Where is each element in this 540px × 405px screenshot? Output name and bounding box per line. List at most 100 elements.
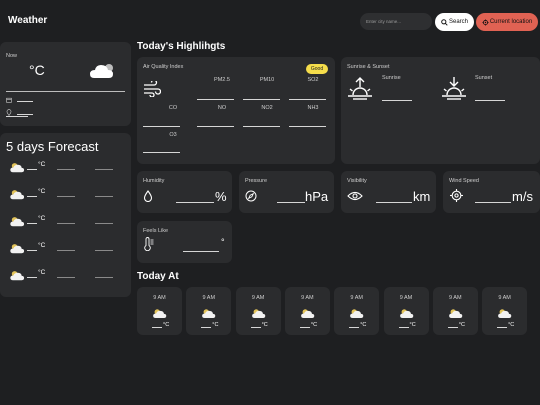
visibility-card: Visibility km xyxy=(341,171,436,213)
hourly-forecast-card: 9 AM °C xyxy=(482,287,528,335)
forecast-day-placeholder xyxy=(95,223,113,224)
aqi-metric-value-placeholder xyxy=(243,99,280,100)
forecast-temp-unit: °C xyxy=(38,215,46,222)
city-search-input[interactable] xyxy=(360,13,432,30)
hourly-forecast-card: 9 AM °C xyxy=(334,287,380,335)
wind-speed-card: Wind Speed m/s xyxy=(443,171,540,213)
forecast-date-placeholder xyxy=(57,196,75,197)
forecast-row: °C xyxy=(0,266,131,282)
hourly-time: 9 AM xyxy=(350,295,363,301)
forecast-row: °C xyxy=(0,158,131,174)
wind-speed-value-placeholder xyxy=(475,202,511,203)
wind-speed-unit: m/s xyxy=(512,189,533,204)
now-date-placeholder xyxy=(17,101,33,102)
partly-cloudy-icon xyxy=(498,309,512,318)
visibility-value-placeholder xyxy=(376,202,412,203)
now-label: Now xyxy=(6,53,18,59)
sunrise-label: Sunrise xyxy=(382,75,401,81)
partly-cloudy-icon xyxy=(350,309,364,318)
aqi-metric-label: NH3 xyxy=(307,105,319,111)
search-button[interactable]: Search xyxy=(435,13,474,31)
partly-cloudy-icon xyxy=(202,309,216,318)
sunset-icon xyxy=(442,77,466,100)
hourly-time: 9 AM xyxy=(449,295,462,301)
forecast-temp-unit: °C xyxy=(38,188,46,195)
sunset-label: Sunset xyxy=(475,75,493,81)
forecast-title: 5 days Forecast xyxy=(6,139,99,154)
crosshair-icon xyxy=(482,18,489,26)
humidity-card: Humidity % xyxy=(137,171,232,213)
hourly-time: 9 AM xyxy=(399,295,413,301)
pressure-unit: hPa xyxy=(305,189,329,204)
forecast-day-placeholder xyxy=(95,196,113,197)
crosshair-icon xyxy=(450,189,463,202)
hourly-forecast-card: 9 AM °C xyxy=(383,287,429,335)
feels-like-title: Feels Like xyxy=(143,228,169,234)
thermometer-icon xyxy=(144,237,154,251)
today-at-title: Today At xyxy=(137,271,179,282)
aqi-metric-label: PM10 xyxy=(259,77,275,83)
sun-title: Sunrise & Sunset xyxy=(347,64,390,70)
hourly-temp-unit: °C xyxy=(212,322,219,328)
partly-cloudy-icon xyxy=(10,217,25,227)
partly-cloudy-icon xyxy=(153,309,167,318)
search-button-label: Search xyxy=(448,19,468,25)
humidity-value-placeholder xyxy=(176,202,214,203)
hourly-temp-unit: °C xyxy=(163,322,170,328)
aqi-title: Air Quality Index xyxy=(143,64,184,70)
visibility-unit: km xyxy=(413,189,431,204)
partly-cloudy-icon xyxy=(448,309,463,318)
hourly-temp-placeholder xyxy=(497,327,508,328)
current-location-button[interactable]: Current location xyxy=(476,13,538,31)
now-location-placeholder xyxy=(17,114,33,115)
forecast-date-placeholder xyxy=(57,169,75,170)
forecast-temp-unit: °C xyxy=(38,242,46,249)
aqi-metric-value-placeholder xyxy=(143,152,180,153)
hourly-temp-placeholder xyxy=(250,327,261,328)
aqi-metric-label: CO xyxy=(168,105,178,111)
aqi-metric-label: PM2.5 xyxy=(214,77,230,83)
cloud-icon xyxy=(90,64,113,78)
aqi-metric-label: O3 xyxy=(169,132,177,138)
hourly-time: 9 AM xyxy=(498,295,511,301)
pressure-value-placeholder xyxy=(277,202,305,203)
sunrise-sunset-card: Sunrise & Sunset Sunrise Sunset xyxy=(341,57,540,164)
hourly-temp-placeholder xyxy=(152,327,162,328)
aqi-metric-label: NO xyxy=(217,105,227,111)
current-location-label: Current location xyxy=(489,19,533,25)
forecast-day-placeholder xyxy=(95,169,113,170)
calendar-icon xyxy=(6,97,12,103)
wind-icon xyxy=(144,81,161,97)
search-icon xyxy=(441,18,448,26)
hourly-temp-placeholder xyxy=(447,327,458,328)
sunset-time-placeholder xyxy=(475,100,505,101)
aqi-metric-value-placeholder xyxy=(197,126,234,127)
aqi-metric-value-placeholder xyxy=(143,126,180,127)
now-card: Now °C xyxy=(0,42,131,126)
aqi-metric-label: NO2 xyxy=(261,105,273,111)
humidity-title: Humidity xyxy=(143,178,165,184)
now-temp-placeholder xyxy=(6,116,28,117)
feels-like-unit: ° xyxy=(221,237,225,247)
hourly-temp-unit: °C xyxy=(261,322,268,328)
hourly-temp-placeholder xyxy=(299,327,310,328)
sunrise-icon xyxy=(348,77,372,100)
forecast-temp-placeholder xyxy=(27,250,37,251)
aqi-card: Air Quality Index PM2.5 PM10 SO2 CO NO NO2 NH3… xyxy=(137,57,335,164)
partly-cloudy-icon xyxy=(251,309,265,318)
hourly-forecast-card: 9 AM °C xyxy=(432,287,478,335)
partly-cloudy-icon xyxy=(10,244,25,254)
hourly-temp-unit: °C xyxy=(458,322,465,328)
hourly-temp-placeholder xyxy=(398,327,409,328)
hourly-temp-unit: °C xyxy=(310,322,318,328)
forecast-temp-unit: °C xyxy=(38,161,46,168)
location-pin-icon xyxy=(6,109,12,116)
hourly-temp-unit: °C xyxy=(409,322,416,328)
forecast-card: 5 days Forecast °C °C °C °C °C xyxy=(0,133,131,297)
forecast-row: °C xyxy=(0,239,131,255)
app-brand: Weather xyxy=(8,15,48,26)
hourly-forecast-card: 9 AM °C xyxy=(284,287,330,335)
aqi-metric-label: SO2 xyxy=(307,77,319,83)
hourly-time: 9 AM xyxy=(251,295,265,301)
aqi-status-badge: Good xyxy=(306,64,328,74)
